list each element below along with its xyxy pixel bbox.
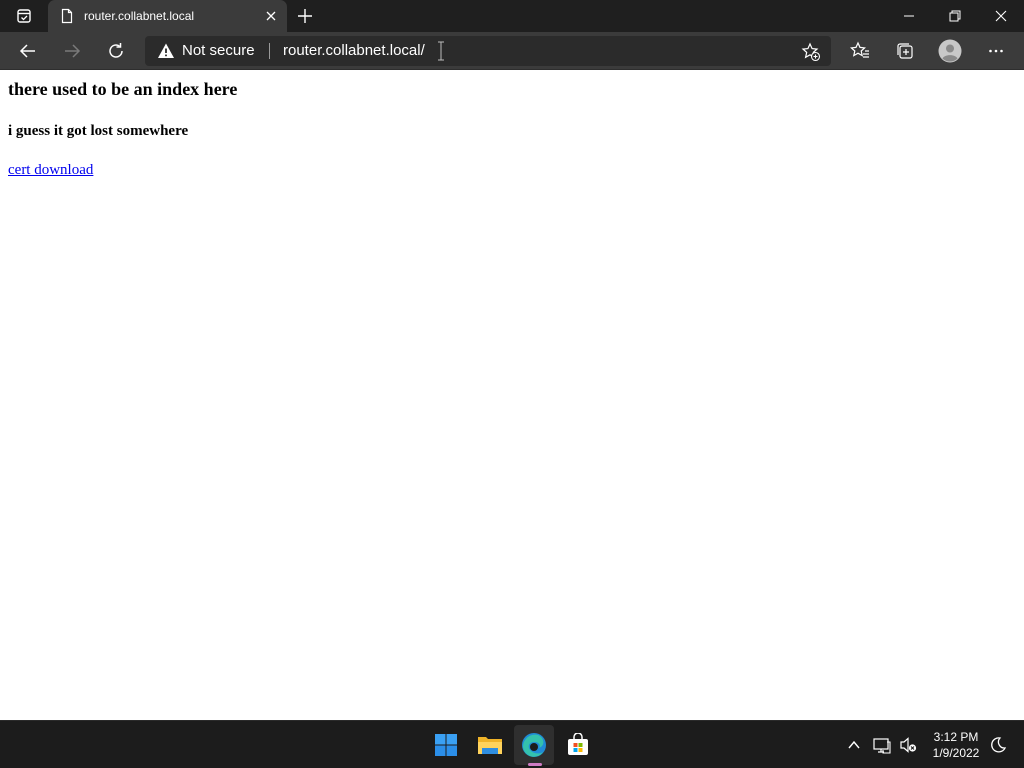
add-favorite-icon[interactable]: [801, 42, 821, 62]
restore-button[interactable]: [932, 0, 978, 32]
new-tab-button[interactable]: [294, 5, 316, 27]
restore-icon: [949, 10, 961, 22]
refresh-icon: [109, 43, 123, 58]
collections-button[interactable]: [891, 37, 919, 65]
warning-icon: [158, 43, 174, 58]
page-heading: there used to be an index here: [8, 79, 238, 99]
focus-assist-button[interactable]: [987, 734, 1009, 756]
collections-icon: [897, 43, 913, 59]
show-hidden-icons-button[interactable]: [843, 734, 865, 756]
volume-muted-icon: [900, 737, 917, 753]
plus-icon: [298, 9, 312, 23]
close-window-button[interactable]: [978, 0, 1024, 32]
favorites-button[interactable]: [846, 37, 874, 65]
minimize-icon: [904, 15, 914, 17]
cert-download-link[interactable]: cert download: [8, 162, 93, 179]
close-icon[interactable]: [263, 8, 279, 24]
close-window-icon: [995, 10, 1007, 22]
moon-icon: [991, 737, 1007, 753]
file-explorer-icon: [478, 737, 502, 754]
address-separator: [269, 43, 270, 59]
text-cursor-icon: [438, 41, 444, 61]
taskbar: 3:12 PM 1/9/2022: [0, 720, 1024, 768]
windows-start-icon: [435, 734, 457, 756]
store-button[interactable]: [558, 725, 598, 765]
clock-date: 1/9/2022: [932, 746, 980, 760]
page-icon: [61, 8, 73, 24]
url-text[interactable]: router.collabnet.local/: [283, 36, 425, 66]
store-icon: [568, 733, 588, 755]
page-content: there used to be an index here i guess i…: [0, 71, 1024, 720]
volume-button[interactable]: [897, 734, 919, 756]
minimize-button[interactable]: [886, 0, 932, 32]
edge-button[interactable]: [514, 725, 554, 765]
page-subheading: i guess it got lost somewhere: [8, 123, 189, 139]
chevron-up-icon: [848, 740, 860, 749]
forward-arrow-icon: [65, 44, 81, 58]
network-button[interactable]: [871, 734, 893, 756]
back-button[interactable]: [14, 37, 42, 65]
active-app-indicator: [528, 763, 542, 766]
more-icon: [989, 49, 1003, 53]
tab-active[interactable]: router.collabnet.local: [48, 0, 287, 32]
tab-actions-button[interactable]: [0, 0, 48, 32]
security-label[interactable]: Not secure: [182, 36, 255, 66]
tab-title: router.collabnet.local: [84, 9, 195, 23]
forward-button[interactable]: [58, 37, 86, 65]
start-button[interactable]: [426, 725, 466, 765]
tab-actions-icon: [17, 9, 31, 23]
profile-icon: [938, 39, 962, 63]
more-button[interactable]: [982, 37, 1010, 65]
file-explorer-button[interactable]: [470, 725, 510, 765]
favorites-icon: [850, 41, 869, 58]
refresh-button[interactable]: [102, 37, 130, 65]
network-icon: [873, 738, 891, 754]
edge-icon: [522, 733, 546, 757]
back-arrow-icon: [19, 44, 35, 58]
address-bar[interactable]: Not secure router.collabnet.local/: [145, 36, 831, 66]
browser-toolbar: Not secure router.collabnet.local/: [0, 32, 1024, 70]
clock-time: 3:12 PM: [933, 730, 979, 744]
clock[interactable]: 3:12 PM 1/9/2022: [926, 729, 986, 761]
title-bar: router.collabnet.local: [0, 0, 1024, 32]
profile-button[interactable]: [936, 37, 964, 65]
